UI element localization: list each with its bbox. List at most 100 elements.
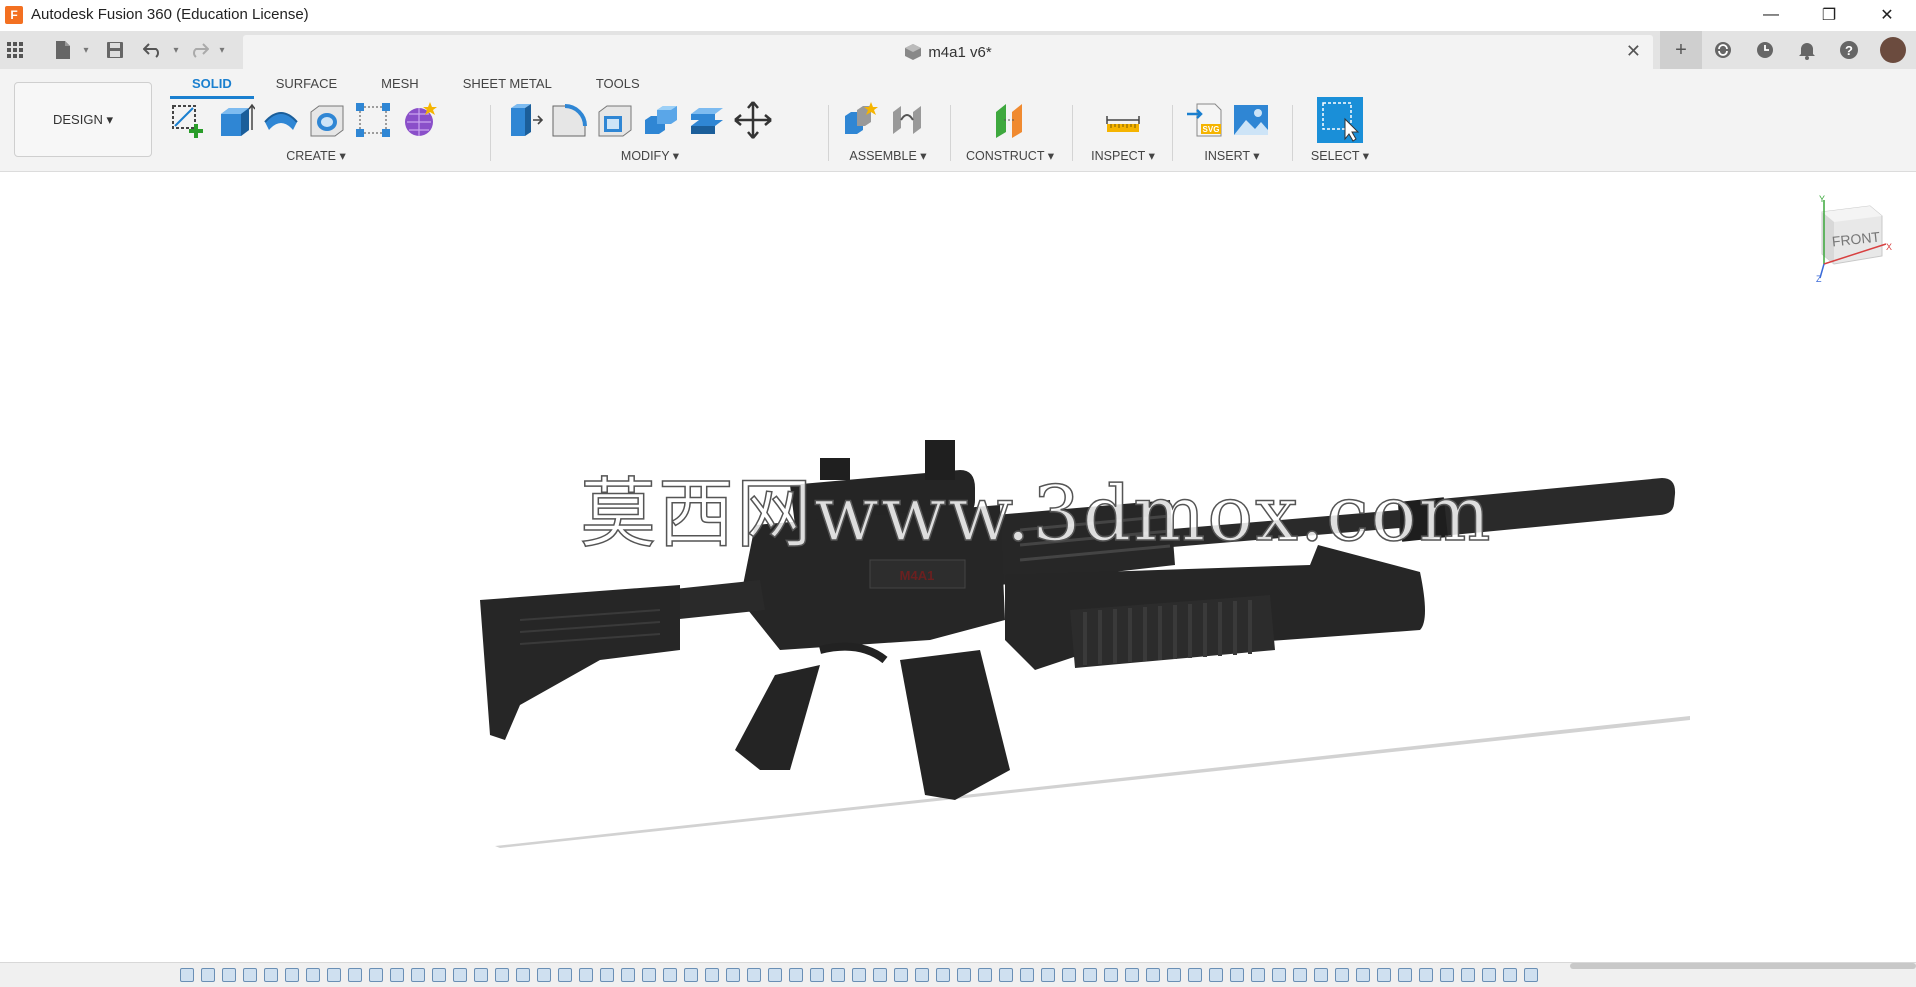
select-group-label[interactable]: SELECT ▾	[1302, 148, 1378, 163]
view-cube[interactable]: FRONT Y X Z	[1812, 194, 1892, 289]
timeline-feature-icon[interactable]	[264, 968, 278, 982]
timeline-feature-icon[interactable]	[726, 968, 740, 982]
document-tab[interactable]: m4a1 v6* ✕	[243, 35, 1653, 69]
timeline-feature-icon[interactable]	[810, 968, 824, 982]
undo-dropdown-chevron-icon[interactable]: ▾	[168, 35, 184, 65]
timeline-feature-icon[interactable]	[1209, 968, 1223, 982]
sync-icon[interactable]	[1702, 31, 1744, 69]
timeline-feature-icon[interactable]	[894, 968, 908, 982]
shell-icon[interactable]	[592, 98, 638, 142]
tab-mesh[interactable]: MESH	[359, 69, 441, 99]
timeline-feature-icon[interactable]	[348, 968, 362, 982]
timeline-feature-icon[interactable]	[1356, 968, 1370, 982]
minimize-button[interactable]: —	[1742, 0, 1800, 29]
create-group-label[interactable]: CREATE ▾	[166, 148, 466, 163]
insert-group-label[interactable]: INSERT ▾	[1182, 148, 1282, 163]
pattern-icon[interactable]	[350, 98, 396, 142]
tab-surface[interactable]: SURFACE	[254, 69, 359, 99]
timeline-feature-icon[interactable]	[768, 968, 782, 982]
timeline-feature-icon[interactable]	[1398, 968, 1412, 982]
timeline-feature-icon[interactable]	[978, 968, 992, 982]
timeline-feature-icon[interactable]	[957, 968, 971, 982]
timeline-feature-icon[interactable]	[390, 968, 404, 982]
timeline-feature-icon[interactable]	[705, 968, 719, 982]
offset-plane-icon[interactable]	[987, 98, 1033, 142]
joint-icon[interactable]	[884, 98, 930, 142]
redo-icon[interactable]	[184, 35, 214, 65]
tab-solid[interactable]: SOLID	[170, 69, 254, 99]
timeline-feature-icon[interactable]	[1377, 968, 1391, 982]
timeline-feature-icon[interactable]	[1041, 968, 1055, 982]
timeline-feature-icon[interactable]	[747, 968, 761, 982]
timeline-feature-icon[interactable]	[1503, 968, 1517, 982]
workspace-switcher-button[interactable]: DESIGN ▾	[14, 82, 152, 157]
new-tab-button[interactable]: +	[1660, 31, 1702, 69]
timeline-feature-icon[interactable]	[663, 968, 677, 982]
create-sketch-icon[interactable]	[166, 98, 212, 142]
timeline-feature-icon[interactable]	[1335, 968, 1349, 982]
timeline-feature-icon[interactable]	[327, 968, 341, 982]
new-component-icon[interactable]	[838, 98, 884, 142]
timeline-feature-icon[interactable]	[1104, 968, 1118, 982]
timeline-feature-icon[interactable]	[1461, 968, 1475, 982]
tab-tools[interactable]: TOOLS	[574, 69, 662, 99]
timeline-feature-icon[interactable]	[411, 968, 425, 982]
close-window-button[interactable]: ✕	[1858, 0, 1916, 29]
construct-group-label[interactable]: CONSTRUCT ▾	[960, 148, 1060, 163]
combine-icon[interactable]	[638, 98, 684, 142]
measure-icon[interactable]	[1100, 98, 1146, 142]
timeline-feature-icon[interactable]	[1314, 968, 1328, 982]
file-icon[interactable]	[48, 35, 78, 65]
timeline-feature-icon[interactable]	[1062, 968, 1076, 982]
timeline-feature-icon[interactable]	[600, 968, 614, 982]
canvas-viewport[interactable]: M4A1 莫西网www.3dmox.com FRONT Y X Z	[0, 172, 1916, 962]
timeline-feature-icon[interactable]	[642, 968, 656, 982]
timeline-feature-icon[interactable]	[1251, 968, 1265, 982]
timeline-feature-icon[interactable]	[180, 968, 194, 982]
timeline-feature-icon[interactable]	[474, 968, 488, 982]
file-dropdown-chevron-icon[interactable]: ▾	[78, 35, 94, 65]
timeline-feature-icon[interactable]	[516, 968, 530, 982]
grid-icon[interactable]	[0, 35, 30, 65]
timeline-feature-icon[interactable]	[579, 968, 593, 982]
offset-face-icon[interactable]	[684, 98, 730, 142]
timeline-feature-icon[interactable]	[1293, 968, 1307, 982]
timeline-feature-icon[interactable]	[432, 968, 446, 982]
create-form-icon[interactable]	[396, 98, 442, 142]
insert-canvas-icon[interactable]	[1228, 98, 1274, 142]
timeline-feature-icon[interactable]	[621, 968, 635, 982]
hole-icon[interactable]	[304, 98, 350, 142]
timeline-feature-icon[interactable]	[222, 968, 236, 982]
timeline-feature-icon[interactable]	[243, 968, 257, 982]
inspect-group-label[interactable]: INSPECT ▾	[1082, 148, 1164, 163]
bell-icon[interactable]	[1786, 31, 1828, 69]
timeline-feature-icon[interactable]	[453, 968, 467, 982]
timeline-feature-icon[interactable]	[789, 968, 803, 982]
timeline-feature-icon[interactable]	[1524, 968, 1538, 982]
timeline-feature-icon[interactable]	[1440, 968, 1454, 982]
timeline-feature-icon[interactable]	[1482, 968, 1496, 982]
timeline-feature-icon[interactable]	[1125, 968, 1139, 982]
avatar[interactable]	[1880, 37, 1906, 63]
timeline-feature-icon[interactable]	[285, 968, 299, 982]
extrude-icon[interactable]	[212, 98, 258, 142]
timeline-feature-icon[interactable]	[915, 968, 929, 982]
close-tab-icon[interactable]: ✕	[1626, 41, 1641, 62]
move-copy-icon[interactable]	[730, 98, 776, 142]
timeline-feature-icon[interactable]	[1020, 968, 1034, 982]
tab-sheet-metal[interactable]: SHEET METAL	[441, 69, 574, 99]
timeline-feature-icon[interactable]	[495, 968, 509, 982]
undo-icon[interactable]	[138, 35, 168, 65]
timeline-feature-icon[interactable]	[1188, 968, 1202, 982]
timeline-feature-icon[interactable]	[1272, 968, 1286, 982]
redo-dropdown-chevron-icon[interactable]: ▾	[214, 35, 230, 65]
save-icon[interactable]	[100, 35, 130, 65]
timeline-feature-icon[interactable]	[537, 968, 551, 982]
help-icon[interactable]: ?	[1828, 31, 1870, 69]
modify-group-label[interactable]: MODIFY ▾	[500, 148, 800, 163]
restore-button[interactable]: ❐	[1800, 0, 1858, 29]
timeline-feature-icon[interactable]	[558, 968, 572, 982]
timeline-feature-icon[interactable]	[201, 968, 215, 982]
timeline-feature-icon[interactable]	[1230, 968, 1244, 982]
timeline-feature-icon[interactable]	[1146, 968, 1160, 982]
